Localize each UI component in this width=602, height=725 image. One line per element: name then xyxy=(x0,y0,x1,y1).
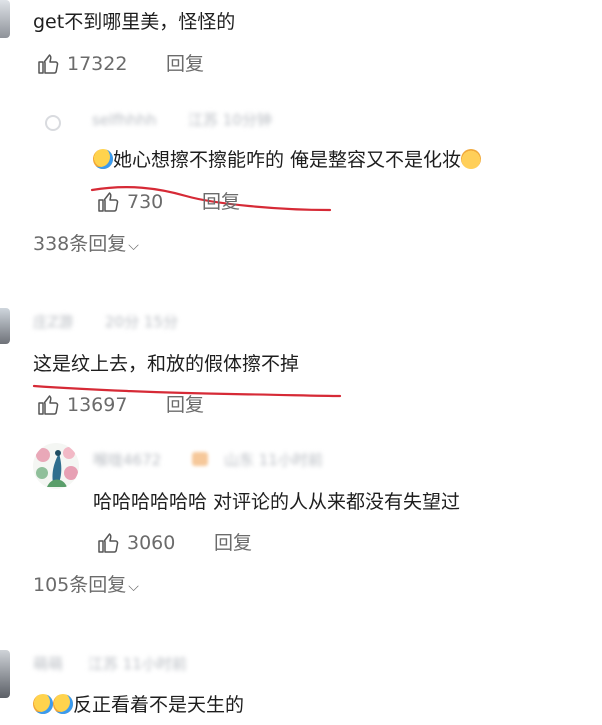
comment-username[interactable]: 萌萌 xyxy=(33,654,63,674)
thumbs-up-icon xyxy=(38,395,59,415)
avatar[interactable] xyxy=(0,650,10,698)
reply-username[interactable]: selfhhhh xyxy=(92,110,157,130)
like-count: 3060 xyxy=(127,532,176,554)
like-count: 730 xyxy=(127,191,164,213)
view-more-replies[interactable]: 105条回复 ⌵ xyxy=(33,573,139,599)
avatar[interactable] xyxy=(33,443,79,489)
like-button[interactable]: 13697 xyxy=(35,393,127,417)
thumbs-up-icon xyxy=(98,533,119,553)
reply-meta: 山东 11小时前 xyxy=(224,451,323,469)
like-count: 17322 xyxy=(67,53,128,75)
comment-username[interactable]: 庄Z游 xyxy=(33,312,73,332)
reply-button[interactable]: 回复 xyxy=(214,531,252,555)
view-more-replies[interactable]: 338条回复 ⌵ xyxy=(33,232,139,258)
reply-username[interactable]: 喉咙4672 xyxy=(93,450,161,470)
crying-laughing-emoji xyxy=(53,694,73,714)
comment-text: get不到哪里美，怪怪的 xyxy=(33,11,236,33)
vip-badge-icon xyxy=(192,452,208,466)
reply-like-button[interactable]: 3060 xyxy=(95,531,175,555)
comment-text: 这是纹上去，和放的假体擦不掉 xyxy=(33,353,300,375)
like-button[interactable]: 17322 xyxy=(35,52,127,76)
grinning-cat-emoji xyxy=(461,149,482,169)
crying-laughing-emoji xyxy=(33,694,53,714)
reply-text: 哈哈哈哈哈哈 对评论的人从来都没有失望过 xyxy=(93,491,461,513)
thumbs-up-icon xyxy=(38,54,59,74)
reply-meta: 江苏 10分钟 xyxy=(188,111,272,129)
reply-text: 她心想擦不擦能咋的 俺是整容又不是化妆 xyxy=(113,149,462,171)
thumbs-up-icon xyxy=(98,192,119,212)
user-avatar-icon xyxy=(45,115,61,131)
comment-meta: 20分 15分 xyxy=(105,313,178,331)
like-count: 13697 xyxy=(67,394,128,416)
comment-text-line: 反正看着不是天生的 xyxy=(33,693,244,717)
reply-button[interactable]: 回复 xyxy=(202,190,240,214)
more-replies-label: 105条回复 xyxy=(33,574,127,596)
reply-like-button[interactable]: 730 xyxy=(95,190,163,214)
peacock-avatar-icon xyxy=(33,443,79,489)
reply-button[interactable]: 回复 xyxy=(166,52,204,76)
more-replies-label: 338条回复 xyxy=(33,233,127,255)
avatar[interactable] xyxy=(42,112,64,134)
chevron-down-icon: ⌵ xyxy=(128,238,139,254)
reply-button[interactable]: 回复 xyxy=(166,393,204,417)
avatar[interactable] xyxy=(0,0,10,38)
comment-text: 反正看着不是天生的 xyxy=(73,694,245,716)
chevron-down-icon: ⌵ xyxy=(128,579,139,595)
reply-text-line: 她心想擦不擦能咋的 俺是整容又不是化妆 xyxy=(93,148,482,172)
avatar[interactable] xyxy=(0,308,10,344)
crying-laughing-emoji xyxy=(93,149,113,169)
comment-meta: 江苏 11小时前 xyxy=(88,655,187,673)
